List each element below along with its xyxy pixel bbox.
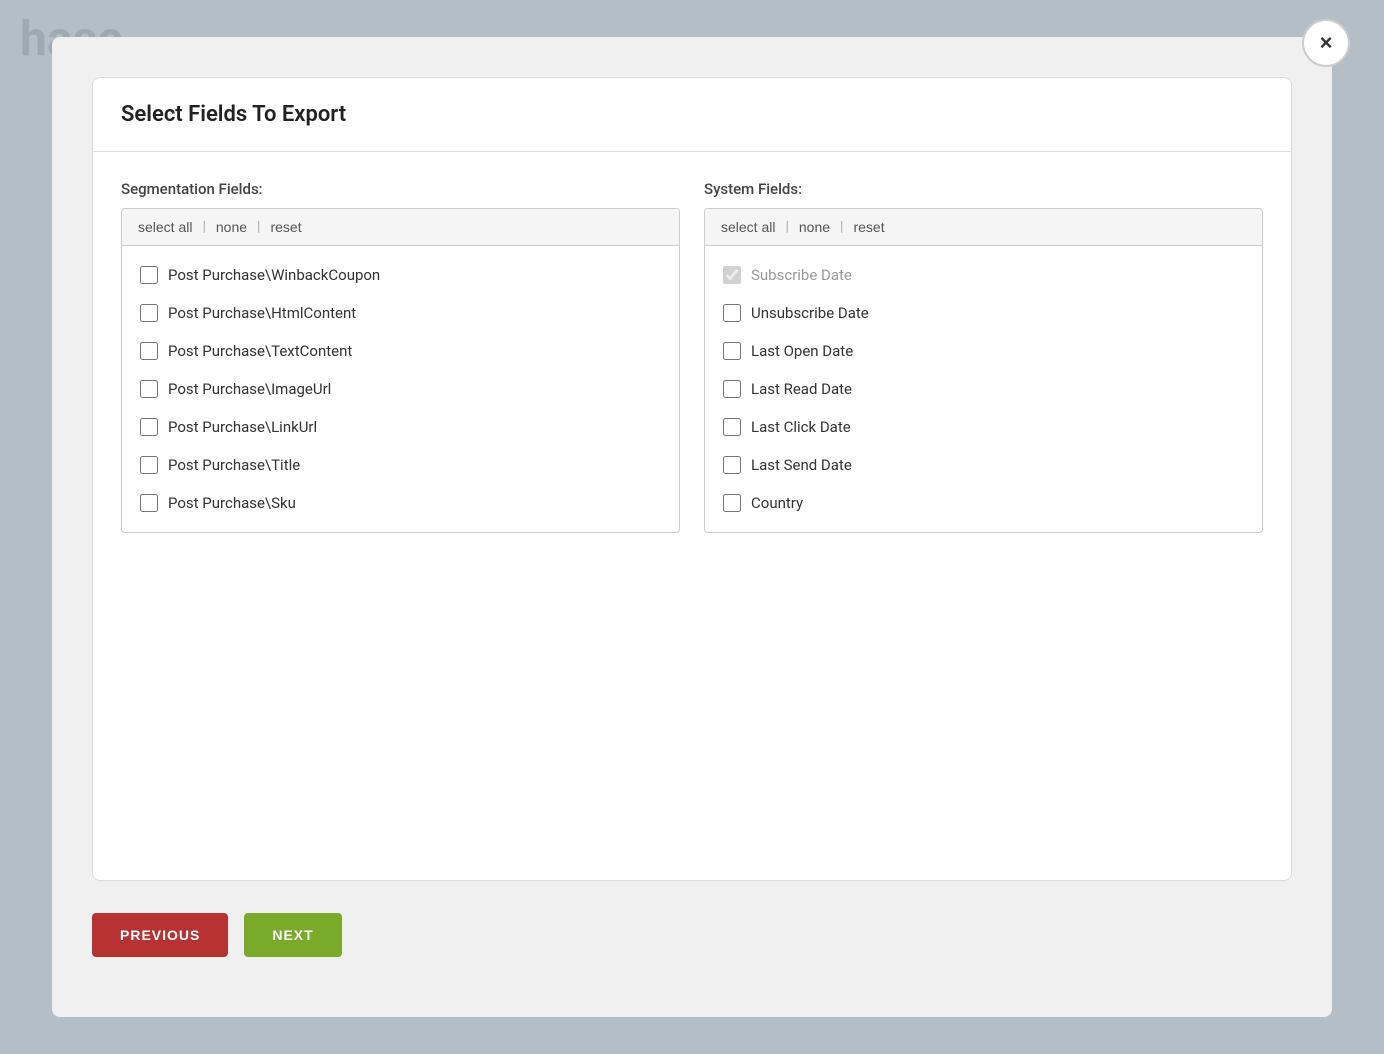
modal-overlay: × Select Fields To Export Segmentation F…	[0, 0, 1384, 1054]
segmentation-select-bar: select all | none | reset	[122, 209, 679, 246]
sys-field-label-4: Last Click Date	[751, 418, 851, 436]
modal-footer: PREVIOUS NEXT	[92, 881, 1292, 957]
segmentation-field-box: select all | none | reset Post Purchase\…	[121, 208, 680, 533]
list-item[interactable]: Post Purchase\WinbackCoupon	[130, 258, 671, 292]
system-field-box: select all | none | reset Subscribe Date	[704, 208, 1263, 533]
list-item[interactable]: Post Purchase\ImageUrl	[130, 372, 671, 406]
close-button[interactable]: ×	[1302, 19, 1350, 67]
seg-field-label-1: Post Purchase\HtmlContent	[168, 304, 356, 322]
seg-reset-button[interactable]: reset	[260, 219, 311, 235]
sys-field-label-3: Last Read Date	[751, 380, 852, 398]
sys-field-label-1: Unsubscribe Date	[751, 304, 869, 322]
system-section: System Fields: select all | none | reset	[704, 180, 1263, 852]
list-item[interactable]: Unsubscribe Date	[713, 296, 1254, 330]
segmentation-checkbox-list: Post Purchase\WinbackCoupon Post Purchas…	[122, 246, 679, 532]
sys-select-all-button[interactable]: select all	[721, 219, 785, 235]
list-item[interactable]: Last Open Date	[713, 334, 1254, 368]
sys-field-checkbox-3[interactable]	[723, 380, 741, 398]
list-item[interactable]: Last Send Date	[713, 448, 1254, 482]
seg-field-checkbox-3[interactable]	[140, 380, 158, 398]
segmentation-section: Segmentation Fields: select all | none |…	[121, 180, 680, 852]
system-select-bar: select all | none | reset	[705, 209, 1262, 246]
seg-field-checkbox-5[interactable]	[140, 456, 158, 474]
inner-card: Select Fields To Export Segmentation Fie…	[92, 77, 1292, 881]
seg-field-label-0: Post Purchase\WinbackCoupon	[168, 266, 380, 284]
seg-field-label-5: Post Purchase\Title	[168, 456, 300, 474]
seg-none-button[interactable]: none	[206, 219, 257, 235]
seg-field-checkbox-6[interactable]	[140, 494, 158, 512]
seg-field-label-3: Post Purchase\ImageUrl	[168, 380, 331, 398]
list-item[interactable]: Country	[713, 486, 1254, 520]
sys-field-label-0: Subscribe Date	[751, 266, 852, 284]
sys-field-checkbox-6[interactable]	[723, 494, 741, 512]
card-header: Select Fields To Export	[93, 78, 1291, 152]
list-item[interactable]: Last Click Date	[713, 410, 1254, 444]
seg-field-checkbox-1[interactable]	[140, 304, 158, 322]
sys-field-checkbox-1[interactable]	[723, 304, 741, 322]
seg-field-checkbox-4[interactable]	[140, 418, 158, 436]
card-title: Select Fields To Export	[121, 102, 1263, 127]
sys-field-label-5: Last Send Date	[751, 456, 852, 474]
system-checkbox-list: Subscribe Date Unsubscribe Date Last Ope…	[705, 246, 1262, 532]
list-item[interactable]: Post Purchase\TextContent	[130, 334, 671, 368]
sys-none-button[interactable]: none	[789, 219, 840, 235]
seg-field-checkbox-2[interactable]	[140, 342, 158, 360]
sys-field-checkbox-0[interactable]	[723, 266, 741, 284]
sys-field-label-6: Country	[751, 494, 803, 512]
previous-button[interactable]: PREVIOUS	[92, 913, 228, 957]
seg-field-checkbox-0[interactable]	[140, 266, 158, 284]
sys-field-checkbox-2[interactable]	[723, 342, 741, 360]
list-item[interactable]: Subscribe Date	[713, 258, 1254, 292]
modal-dialog: × Select Fields To Export Segmentation F…	[52, 37, 1332, 1017]
seg-field-label-4: Post Purchase\LinkUrl	[168, 418, 317, 436]
seg-field-label-2: Post Purchase\TextContent	[168, 342, 352, 360]
list-item[interactable]: Last Read Date	[713, 372, 1254, 406]
next-button[interactable]: NEXT	[244, 913, 341, 957]
seg-field-label-6: Post Purchase\Sku	[168, 494, 296, 512]
sys-field-checkbox-4[interactable]	[723, 418, 741, 436]
list-item[interactable]: Post Purchase\LinkUrl	[130, 410, 671, 444]
sys-field-label-2: Last Open Date	[751, 342, 853, 360]
segmentation-label: Segmentation Fields:	[121, 180, 680, 198]
list-item[interactable]: Post Purchase\Sku	[130, 486, 671, 520]
card-body: Segmentation Fields: select all | none |…	[93, 152, 1291, 880]
sys-field-checkbox-5[interactable]	[723, 456, 741, 474]
list-item[interactable]: Post Purchase\HtmlContent	[130, 296, 671, 330]
seg-select-all-button[interactable]: select all	[138, 219, 202, 235]
system-label: System Fields:	[704, 180, 1263, 198]
list-item[interactable]: Post Purchase\Title	[130, 448, 671, 482]
sys-reset-button[interactable]: reset	[843, 219, 894, 235]
